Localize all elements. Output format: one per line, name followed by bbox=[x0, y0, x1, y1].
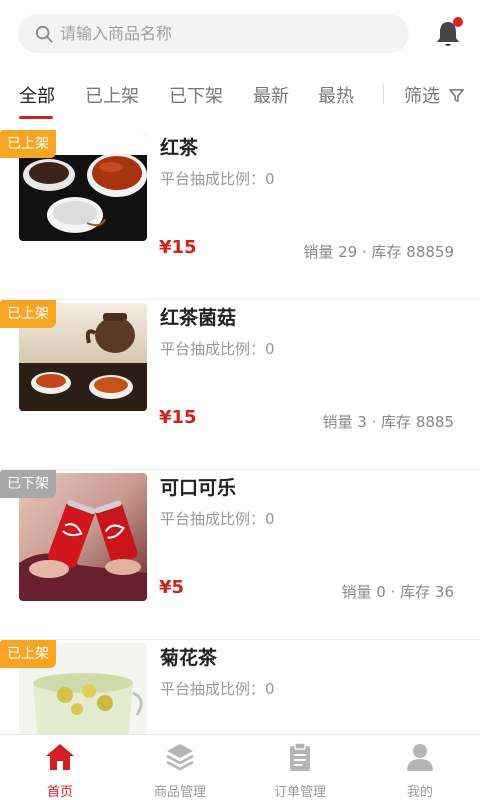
product-card[interactable]: 已下架 可口可乐 平台抽成比例：0 ¥5 销量 0 · 库存 36 bbox=[0, 470, 480, 640]
status-badge: 已上架 bbox=[0, 300, 56, 328]
funnel-icon bbox=[448, 89, 464, 102]
user-icon bbox=[407, 744, 433, 771]
product-card[interactable]: 已上架 红茶 平台抽成比例：0 ¥15 销量 29 · 库存 88859 bbox=[0, 130, 480, 300]
status-badge: 已上架 bbox=[0, 130, 56, 158]
notification-button[interactable] bbox=[432, 17, 464, 50]
top-bar bbox=[0, 0, 480, 66]
product-price: ¥5 bbox=[159, 577, 185, 598]
sales-stock: 销量 0 · 库存 36 bbox=[341, 583, 454, 601]
nav-orders-label: 订单管理 bbox=[273, 785, 326, 800]
tab-divider bbox=[383, 84, 384, 104]
filter-tabs: 全部 已上架 已下架 最新 最热 筛选 bbox=[0, 72, 480, 122]
search-icon bbox=[35, 25, 53, 43]
filter-label: 筛选 bbox=[404, 86, 440, 107]
product-name: 红茶菌菇 bbox=[160, 307, 237, 329]
sales-stock: 销量 3 · 库存 8885 bbox=[322, 413, 454, 431]
home-icon bbox=[46, 744, 74, 770]
clipboard-icon bbox=[290, 742, 310, 771]
commission-rate: 平台抽成比例：0 bbox=[160, 340, 275, 358]
product-price: ¥15 bbox=[159, 407, 197, 428]
status-badge: 已下架 bbox=[0, 470, 56, 498]
nav-products[interactable]: 商品管理 bbox=[120, 735, 240, 800]
nav-orders[interactable]: 订单管理 bbox=[240, 735, 360, 800]
nav-profile-label: 我的 bbox=[406, 785, 433, 800]
product-name: 红茶 bbox=[160, 137, 199, 159]
search-box[interactable] bbox=[18, 14, 409, 53]
status-badge: 已上架 bbox=[0, 640, 56, 668]
tab-on-shelf[interactable]: 已上架 bbox=[85, 82, 139, 108]
commission-rate: 平台抽成比例：0 bbox=[160, 680, 275, 698]
product-name: 菊花茶 bbox=[160, 647, 218, 669]
product-name: 可口可乐 bbox=[160, 477, 237, 499]
layers-icon bbox=[166, 744, 194, 771]
product-card[interactable]: 已上架 菊花茶 平台抽成比例：0 bbox=[0, 640, 480, 734]
bottom-nav: 首页 商品管理 订单管理 我的 bbox=[0, 734, 480, 800]
notification-dot bbox=[453, 17, 463, 27]
nav-products-label: 商品管理 bbox=[153, 785, 206, 800]
filter-button[interactable]: 筛选 bbox=[404, 82, 465, 108]
nav-home-label: 首页 bbox=[46, 785, 73, 800]
tab-all[interactable]: 全部 bbox=[19, 82, 55, 108]
nav-profile[interactable]: 我的 bbox=[360, 735, 480, 800]
tab-off-shelf[interactable]: 已下架 bbox=[169, 82, 223, 108]
nav-home[interactable]: 首页 bbox=[0, 735, 120, 800]
product-card[interactable]: 已上架 红茶菌菇 平台抽成比例：0 ¥15 销量 3 · 库存 8885 bbox=[0, 300, 480, 470]
tab-newest[interactable]: 最新 bbox=[253, 82, 289, 108]
product-price: ¥15 bbox=[159, 237, 197, 258]
sales-stock: 销量 29 · 库存 88859 bbox=[303, 243, 454, 261]
product-list: 已上架 红茶 平台抽成比例：0 ¥15 销量 29 · 库存 88859 已上架… bbox=[0, 130, 480, 734]
search-input[interactable] bbox=[60, 14, 390, 53]
commission-rate: 平台抽成比例：0 bbox=[160, 510, 275, 528]
tab-hottest[interactable]: 最热 bbox=[318, 82, 354, 108]
active-tab-indicator bbox=[19, 116, 53, 119]
commission-rate: 平台抽成比例：0 bbox=[160, 170, 275, 188]
